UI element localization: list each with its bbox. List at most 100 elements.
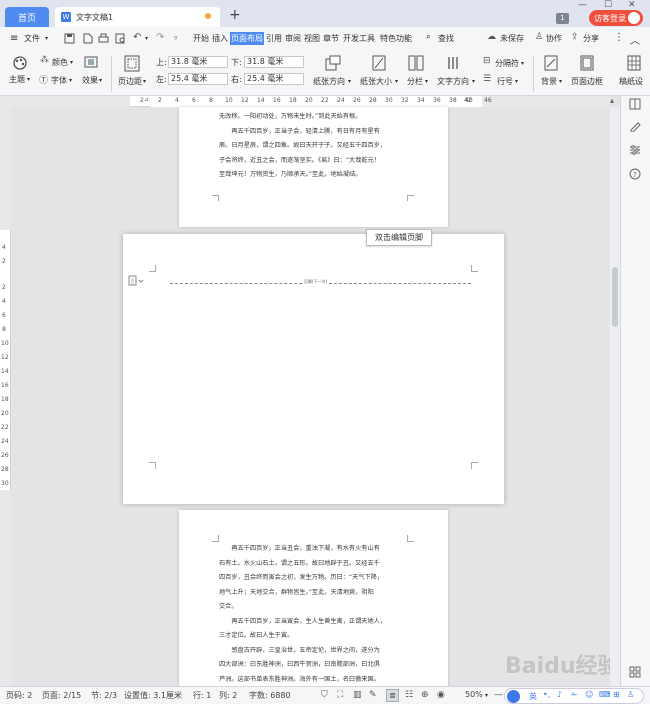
vertical-scrollbar[interactable] xyxy=(610,107,620,686)
status-word-count[interactable]: 字数: 6880 xyxy=(249,690,291,701)
search-button[interactable]: 查找 xyxy=(438,33,454,44)
margin-top-input[interactable]: 31.8 毫米 xyxy=(168,56,228,68)
ruler-tick-label: 20 xyxy=(1,410,9,417)
text-direction-icon[interactable] xyxy=(446,55,462,71)
background-icon[interactable] xyxy=(544,55,558,71)
tab-home[interactable]: 首页 xyxy=(5,7,49,27)
pen-icon[interactable] xyxy=(629,120,641,132)
breaks-button[interactable]: 分隔符 xyxy=(495,58,519,69)
collab-button[interactable]: 协作 xyxy=(546,33,562,44)
manuscript-button[interactable]: 稿纸设 xyxy=(619,76,643,87)
margins-button[interactable]: 页边距 xyxy=(118,76,142,87)
quick-access-chevron-icon[interactable]: ▿ xyxy=(174,34,178,42)
page-border-button[interactable]: 页面边框 xyxy=(571,76,603,87)
theme-button[interactable]: 主题 xyxy=(9,74,25,85)
orientation-icon[interactable] xyxy=(325,55,341,71)
text-direction-button[interactable]: 文字方向 xyxy=(437,76,469,87)
pen-mode-icon[interactable]: ✎ xyxy=(369,690,377,700)
share-button[interactable]: 分享 xyxy=(583,33,599,44)
page-view-icon[interactable]: ≣ xyxy=(386,689,399,702)
status-page[interactable]: 页码: 2 xyxy=(6,690,32,701)
paper-size-icon[interactable] xyxy=(372,55,386,71)
full-screen-icon[interactable]: ⛶ xyxy=(337,690,343,700)
keyboard-icon[interactable]: ⌨ xyxy=(599,690,611,699)
menu-view[interactable]: 视图 xyxy=(304,33,320,44)
sidebar-toggle-icon[interactable] xyxy=(629,98,641,110)
menu-review[interactable]: 审阅 xyxy=(285,33,301,44)
redo-icon[interactable]: ↷ xyxy=(156,32,164,43)
emoji-icon[interactable]: ☺ xyxy=(585,690,593,699)
print-icon[interactable] xyxy=(98,33,109,44)
colors-button[interactable]: 颜色 xyxy=(52,57,68,68)
help-icon[interactable]: ? xyxy=(629,168,641,180)
read-mode-icon[interactable]: ▥ xyxy=(353,690,362,700)
page-body-text[interactable]: 再五千四百岁，正当丑会，重浊下凝，有水有火有山有 石有土。水火山石土，谓之五形。… xyxy=(219,542,409,687)
guest-login-button[interactable]: 访客登录 xyxy=(589,10,643,26)
ruler-tick-label: 6 xyxy=(2,312,6,319)
unsaved-button[interactable]: 未保存 xyxy=(500,33,524,44)
ime-punctuation-icon[interactable]: •, xyxy=(543,690,550,699)
new-tab-button[interactable]: + xyxy=(229,7,241,23)
microphone-icon[interactable]: ♪ xyxy=(557,690,562,699)
margin-right-input[interactable]: 25.4 毫米 xyxy=(244,73,304,85)
manuscript-icon[interactable] xyxy=(627,55,641,71)
hamburger-icon[interactable]: ≡ xyxy=(10,33,18,44)
settings-sliders-icon[interactable] xyxy=(629,144,641,156)
ime-language[interactable]: 英 xyxy=(529,691,537,702)
collapse-ribbon-icon[interactable]: ︿ xyxy=(630,32,640,47)
background-button[interactable]: 背景 xyxy=(541,76,557,87)
menu-developer[interactable]: 开发工具 xyxy=(343,33,375,44)
print-preview-icon[interactable] xyxy=(115,33,126,44)
theme-icon[interactable] xyxy=(11,56,29,70)
maximize-icon[interactable]: ☐ xyxy=(604,0,612,10)
page-previous[interactable]: 无改移。一阳初动处，万物未生时。”到此天始有根。 再五千四百岁，正当子会，轻清上… xyxy=(179,107,448,227)
track-changes-icon[interactable]: ⛉ xyxy=(321,690,328,700)
eye-protect-icon[interactable]: ◉ xyxy=(437,690,445,700)
margin-corner-mark xyxy=(212,535,219,542)
page-current[interactable]: 页脚(下一节) xyxy=(123,234,504,504)
menu-insert[interactable]: 插入 xyxy=(212,33,228,44)
page-body-text[interactable]: 无改移。一阳初动处，万物未生时。”到此天始有根。 再五千四百岁，正当子会，轻清上… xyxy=(219,110,409,183)
more-icon[interactable]: ⋮ xyxy=(614,32,624,43)
menu-chapter[interactable]: 章节 xyxy=(323,33,339,44)
outline-view-icon[interactable]: ☷ xyxy=(405,690,413,700)
grid-apps-icon[interactable] xyxy=(629,666,641,678)
ime-grid-icon[interactable]: ⊞ xyxy=(613,690,620,699)
ime-user-icon[interactable]: ♙ xyxy=(627,690,634,699)
web-view-icon[interactable]: ⊕ xyxy=(421,690,429,700)
columns-icon[interactable] xyxy=(408,55,424,71)
paper-size-button[interactable]: 纸张大小 xyxy=(360,76,392,87)
status-setting: 设置值: 3.1厘米 xyxy=(124,691,182,700)
wrench-icon[interactable]: ✁ xyxy=(571,690,578,699)
effects-icon[interactable] xyxy=(84,56,98,68)
menu-page-layout[interactable]: 页面布局 xyxy=(230,32,264,45)
export-pdf-icon[interactable] xyxy=(82,33,93,44)
menu-features[interactable]: 特色功能 xyxy=(380,33,412,44)
scroll-up-icon[interactable]: ▴ xyxy=(610,96,614,105)
undo-icon[interactable]: ↶ xyxy=(133,32,141,43)
margins-icon[interactable] xyxy=(124,55,140,72)
page-next[interactable]: 再五千四百岁，正当丑会，重浊下凝，有水有火有山有 石有土。水火山石土，谓之五形。… xyxy=(179,510,448,690)
indent-marker-icon[interactable]: ⊿ xyxy=(144,96,149,103)
fonts-button[interactable]: 字体 xyxy=(51,75,67,86)
minimize-icon[interactable]: — xyxy=(578,0,587,10)
menu-start[interactable]: 开始 xyxy=(193,33,209,44)
page-border-icon[interactable] xyxy=(580,55,594,71)
save-icon[interactable] xyxy=(64,33,75,44)
menu-file[interactable]: 文件 xyxy=(24,33,40,44)
close-icon[interactable]: ✕ xyxy=(628,0,636,10)
zoom-out-icon[interactable]: — xyxy=(494,690,503,700)
status-pages[interactable]: 页面: 2/15 xyxy=(42,690,81,701)
menu-references[interactable]: 引用 xyxy=(266,33,282,44)
tab-document[interactable]: W 文字文稿1 xyxy=(55,7,220,27)
margin-bottom-input[interactable]: 31.8 毫米 xyxy=(244,56,304,68)
scrollbar-thumb[interactable] xyxy=(612,267,618,327)
margin-left-input[interactable]: 25.4 毫米 xyxy=(168,73,228,85)
effects-button[interactable]: 效果 xyxy=(82,75,98,86)
ime-toolbar[interactable]: 英 •, ♪ ✁ ☺ ⌨ ⊞ ♙ xyxy=(504,688,644,704)
paragraph-layout-icon[interactable] xyxy=(128,275,144,286)
columns-button[interactable]: 分栏 xyxy=(407,76,423,87)
zoom-level[interactable]: 50% xyxy=(465,690,483,699)
line-numbers-button[interactable]: 行号 xyxy=(497,76,513,87)
orientation-button[interactable]: 纸张方向 xyxy=(313,76,345,87)
